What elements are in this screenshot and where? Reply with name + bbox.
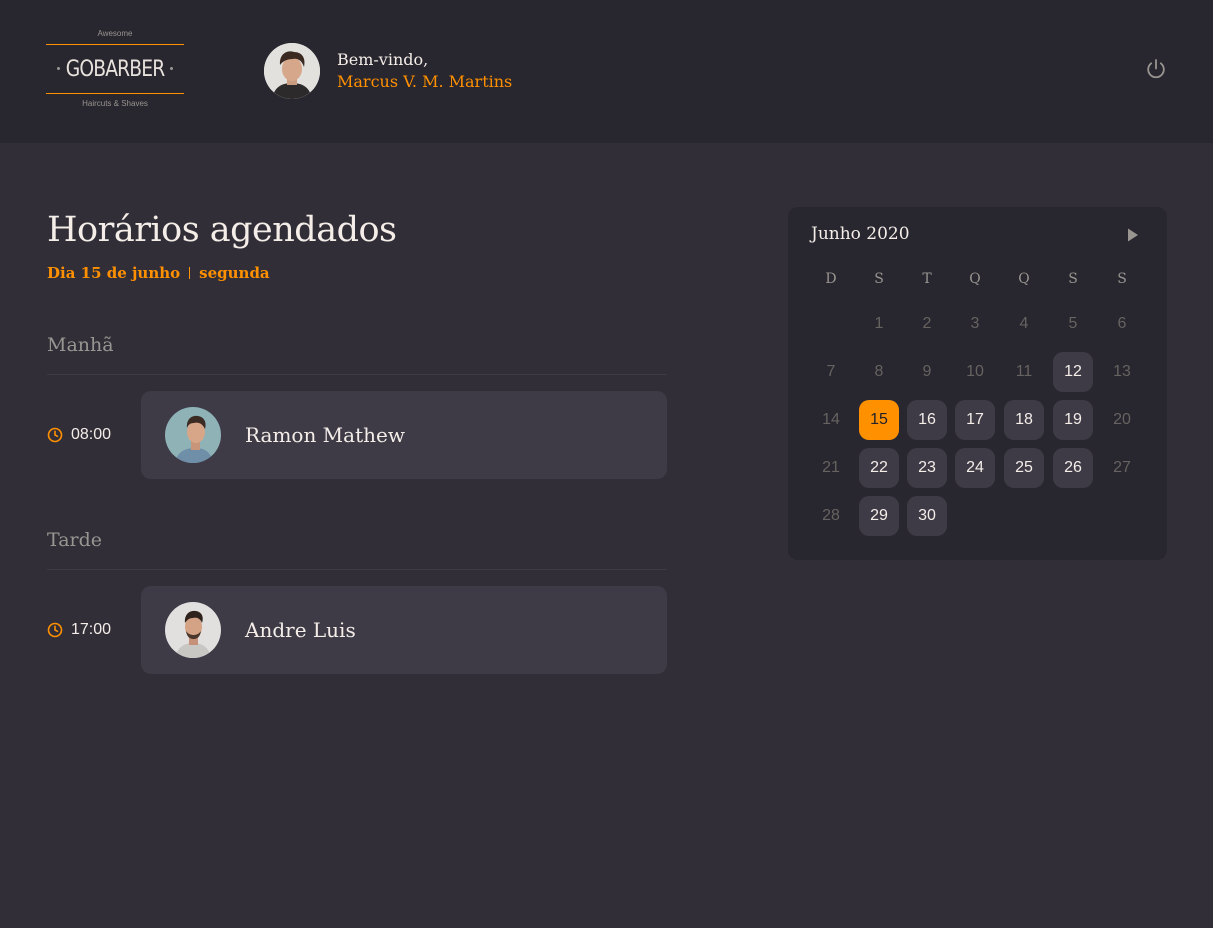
logo-dot-left [57, 67, 60, 70]
calendar-day: 4 [1019, 315, 1029, 332]
calendar-day[interactable]: 17 [955, 400, 995, 440]
section-title-morning: Manhã [47, 334, 114, 356]
user-avatar[interactable] [264, 43, 320, 99]
calendar-weekday-label: D [825, 271, 837, 287]
calendar-day[interactable]: 29 [859, 496, 899, 536]
welcome-block: Bem-vindo, Marcus V. M. Martins [337, 49, 512, 93]
calendar-day: 6 [1117, 315, 1127, 332]
triangle-right-icon [1128, 228, 1138, 242]
logout-button[interactable] [1145, 58, 1167, 80]
appointment-time-text: 17:00 [71, 621, 112, 638]
calendar-day-selected[interactable]: 15 [859, 400, 899, 440]
client-name: Ramon Mathew [245, 423, 405, 447]
calendar-widget: Junho 2020 DSTQQSS 1 2 3 4 5 6 7 8 9 10 11 12 13 14 15… [788, 207, 1167, 560]
client-avatar [165, 407, 221, 463]
calendar-day: 10 [966, 363, 984, 380]
calendar-day: 8 [874, 363, 884, 380]
logo-frame: GOBARBER [46, 44, 184, 94]
client-avatar [165, 602, 221, 658]
calendar-day[interactable]: 18 [1004, 400, 1044, 440]
logo-bottom-text: Haircuts & Shaves [82, 99, 148, 108]
calendar-day[interactable]: 12 [1053, 352, 1093, 392]
calendar-day: 9 [922, 363, 932, 380]
logo-top-text: Awesome [97, 29, 133, 38]
gobarber-logo: Awesome GOBARBER Haircuts & Shaves [46, 28, 184, 114]
client-avatar-image [165, 602, 221, 658]
selected-date-line: Dia 15 de junho segunda [47, 264, 270, 282]
section-divider [47, 374, 667, 375]
calendar-day: 11 [1015, 363, 1033, 380]
calendar-day: 5 [1068, 315, 1078, 332]
user-avatar-image [264, 43, 320, 99]
page-title: Horários agendados [47, 210, 397, 250]
calendar-day[interactable]: 22 [859, 448, 899, 488]
calendar-day: 21 [822, 459, 840, 476]
calendar-day: 1 [874, 315, 884, 332]
welcome-text: Bem-vindo, [337, 50, 429, 69]
calendar-day: 27 [1113, 459, 1131, 476]
calendar-day[interactable]: 30 [907, 496, 947, 536]
logo-wordmark: GOBARBER [65, 56, 166, 82]
section-title-afternoon: Tarde [47, 529, 103, 551]
calendar-day[interactable]: 16 [907, 400, 947, 440]
date-separator [189, 267, 191, 279]
calendar-weekday-label: Q [969, 271, 981, 287]
appointment-card[interactable]: Andre Luis [141, 586, 667, 674]
calendar-day[interactable]: 26 [1053, 448, 1093, 488]
client-avatar-image [165, 407, 221, 463]
appointment-time-text: 08:00 [71, 426, 112, 443]
calendar-day: 20 [1113, 411, 1131, 428]
top-header: Awesome GOBARBER Haircuts & Shaves Bem-v… [0, 0, 1213, 143]
calendar-day: 28 [822, 507, 840, 524]
calendar-day: 7 [826, 363, 836, 380]
clock-icon [47, 427, 63, 443]
appointment-time: 08:00 [47, 426, 111, 444]
appointment-time: 17:00 [47, 621, 111, 639]
clock-icon [47, 622, 63, 638]
next-month-button[interactable] [1126, 227, 1140, 243]
calendar-month-label: Junho 2020 [811, 224, 910, 244]
calendar-day[interactable]: 23 [907, 448, 947, 488]
calendar-day: 2 [922, 315, 932, 332]
power-icon [1147, 59, 1165, 79]
calendar-day[interactable]: 24 [955, 448, 995, 488]
calendar-day: 13 [1113, 363, 1131, 380]
appointment-card[interactable]: Ramon Mathew [141, 391, 667, 479]
calendar-day[interactable]: 25 [1004, 448, 1044, 488]
calendar-weekday-label: Q [1018, 271, 1030, 287]
profile-name-link[interactable]: Marcus V. M. Martins [337, 71, 512, 93]
calendar-day: 14 [822, 411, 840, 428]
calendar-weekday-label: S [874, 271, 884, 287]
logo-dot-right [170, 67, 173, 70]
calendar-day[interactable]: 19 [1053, 400, 1093, 440]
section-divider [47, 569, 667, 570]
calendar-weekday-label: S [1117, 271, 1127, 287]
client-name: Andre Luis [245, 618, 356, 642]
calendar-weekday-label: S [1068, 271, 1078, 287]
selected-day-text: Dia 15 de junho [47, 264, 181, 282]
selected-weekday-text: segunda [199, 264, 270, 282]
calendar-weekday-label: T [922, 271, 932, 287]
calendar-day: 3 [970, 315, 980, 332]
